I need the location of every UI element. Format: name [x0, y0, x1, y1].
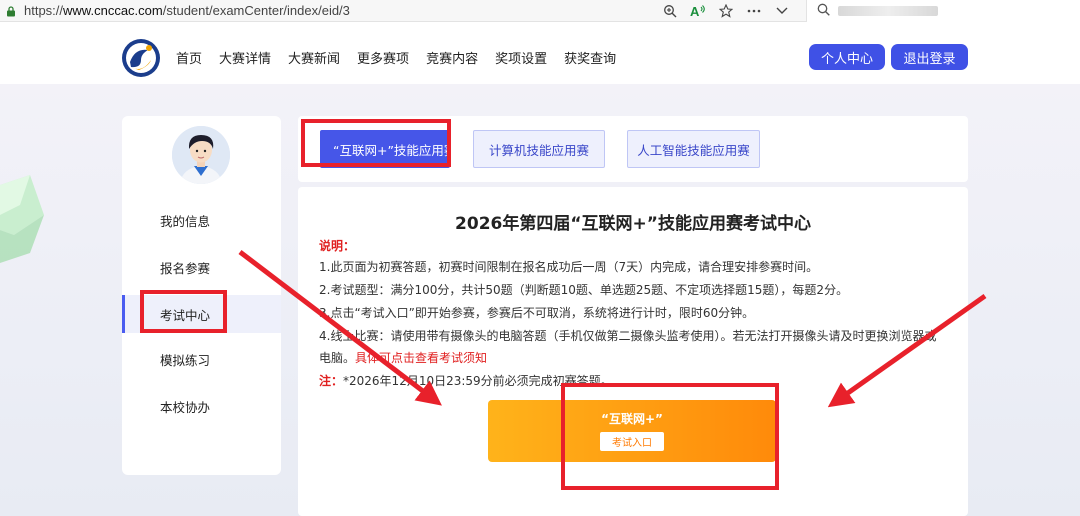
exam-entry-card[interactable]: “互联网+” 考试入口 — [488, 400, 776, 462]
nav-more-events[interactable]: 更多赛项 — [357, 48, 409, 67]
sidebar-item-registration[interactable]: 报名参赛 — [122, 248, 281, 286]
tab-ai-skills[interactable]: 人工智能技能应用赛 — [627, 130, 760, 168]
nav-home[interactable]: 首页 — [176, 48, 202, 67]
avatar — [172, 126, 230, 184]
instruction-line-5-text: 电脑。 — [319, 351, 356, 365]
blurred-search-text — [838, 6, 938, 16]
read-aloud-icon[interactable]: A — [684, 0, 712, 22]
exam-entry-title: “互联网+” — [601, 412, 663, 426]
site-logo-icon[interactable] — [121, 38, 161, 78]
personal-center-button[interactable]: 个人中心 — [809, 44, 885, 70]
instruction-line-4: 4.线上比赛：请使用带有摄像头的电脑答题（手机仅做第二摄像头监考使用）。若无法打… — [319, 329, 937, 343]
page-title: 2026年第四届“互联网+”技能应用赛考试中心 — [455, 214, 811, 234]
address-bar[interactable]: https://www.cnccac.com/student/examCente… — [24, 3, 350, 18]
nav-winner-query[interactable]: 获奖查询 — [564, 48, 616, 67]
nav-awards[interactable]: 奖项设置 — [495, 48, 547, 67]
sidebar: 我的信息 报名参赛 考试中心 模拟练习 本校协办 — [122, 116, 281, 475]
sidebar-item-mock-practice[interactable]: 模拟练习 — [122, 340, 281, 378]
chevron-down-icon[interactable] — [768, 0, 796, 22]
tab-computer-skills[interactable]: 计算机技能应用赛 — [473, 130, 605, 168]
search-icon — [817, 3, 830, 19]
exam-notice-link[interactable]: 具体可点击查看考试须知 — [355, 351, 487, 365]
competition-tabs: “互联网+”技能应用赛 计算机技能应用赛 人工智能技能应用赛 — [298, 116, 968, 182]
svg-text:A: A — [690, 4, 700, 18]
lock-icon — [6, 5, 16, 16]
instructions-heading: 说明： — [319, 239, 356, 253]
nav-competition-content[interactable]: 竞赛内容 — [426, 48, 478, 67]
instruction-line-5: 电脑。具体可点击查看考试须知 — [319, 349, 487, 366]
sidebar-item-exam-center[interactable]: 考试中心 — [122, 295, 281, 333]
browser-toolbar: https://www.cnccac.com/student/examCente… — [0, 0, 1080, 22]
browser-search-box[interactable] — [806, 0, 1080, 22]
logout-button[interactable]: 退出登录 — [891, 44, 968, 70]
url-path: /student/examCenter/index/eid/3 — [162, 3, 350, 18]
instruction-line-3: 3.点击“考试入口”即开始参赛，参赛后不可取消，系统将进行计时，限时60分钟。 — [319, 306, 755, 320]
url-domain: www.cnccac.com — [63, 3, 163, 18]
zoom-icon[interactable] — [656, 0, 684, 22]
exam-entry-button[interactable]: 考试入口 — [600, 432, 664, 451]
tab-internet-plus[interactable]: “互联网+”技能应用赛 — [320, 130, 450, 168]
nav-competition-details[interactable]: 大赛详情 — [219, 48, 271, 67]
main-nav: 首页 大赛详情 大赛新闻 更多赛项 竞赛内容 奖项设置 获奖查询 — [176, 48, 633, 67]
instruction-line-2: 2.考试题型：满分100分，共计50题（判断题10题、单选题25题、不定项选择题… — [319, 283, 849, 297]
instruction-line-1: 1.此页面为初赛答题，初赛时间限制在报名成功后一周（7天）内完成，请合理安排参赛… — [319, 260, 819, 274]
deadline-note: 注：*2026年12月10日23:59分前必须完成初赛答题。 — [319, 372, 613, 389]
note-text: *2026年12月10日23:59分前必须完成初赛答题。 — [343, 374, 613, 388]
site-header: 首页 大赛详情 大赛新闻 更多赛项 竞赛内容 奖项设置 获奖查询 个人中心 退出… — [0, 22, 1080, 84]
exam-center-panel: 2026年第四届“互联网+”技能应用赛考试中心 说明： 1.此页面为初赛答题，初… — [298, 187, 968, 516]
decorative-crystal-icon — [0, 175, 44, 263]
more-icon[interactable] — [740, 0, 768, 22]
note-label: 注： — [319, 374, 344, 388]
favorite-star-icon[interactable] — [712, 0, 740, 22]
sidebar-item-school-co-organizer[interactable]: 本校协办 — [122, 387, 281, 425]
sidebar-item-my-info[interactable]: 我的信息 — [122, 201, 281, 239]
nav-competition-news[interactable]: 大赛新闻 — [288, 48, 340, 67]
url-scheme: https:// — [24, 3, 64, 18]
